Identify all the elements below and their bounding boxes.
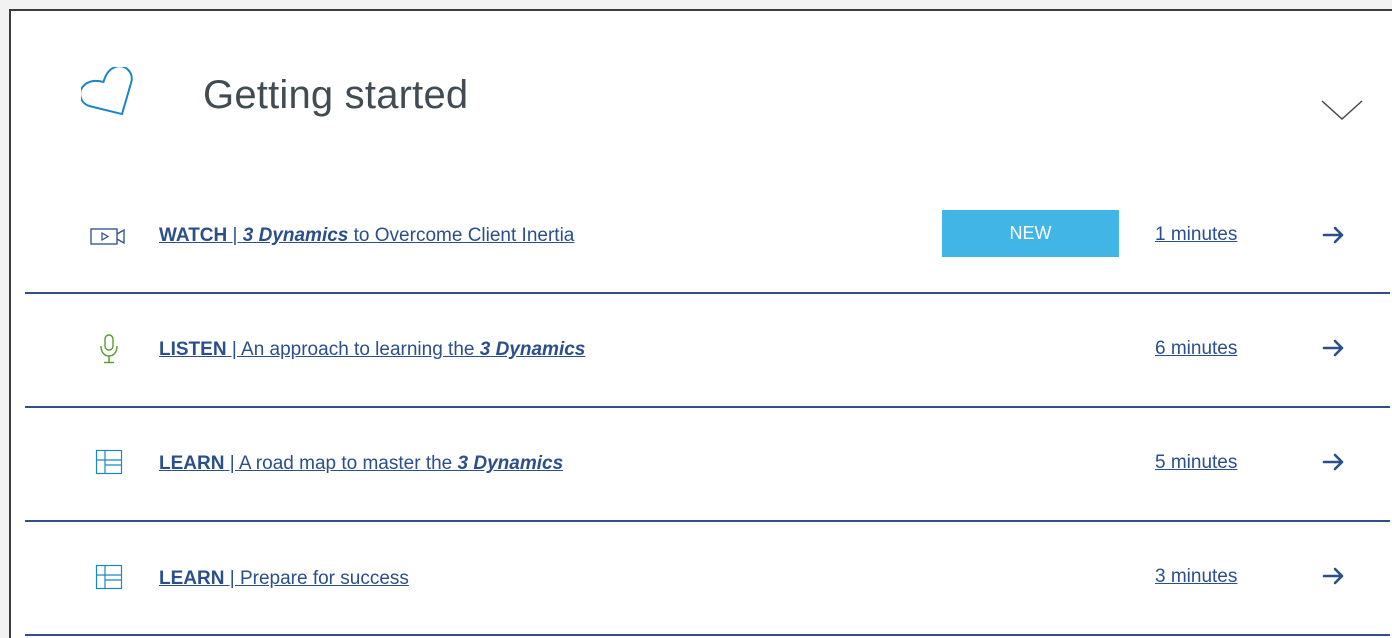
item-link-listen[interactable]: LISTEN | An approach to learning the 3 D… (159, 339, 585, 361)
arrow-right-icon[interactable] (1320, 223, 1350, 247)
duration-link[interactable]: 5 minutes (1155, 452, 1237, 474)
arrow-right-icon[interactable] (1320, 564, 1350, 588)
getting-started-card: Getting started WATCH | 3 Dynamics to Ov… (9, 9, 1392, 638)
microphone-icon (89, 334, 129, 364)
item-link-learn-prepare[interactable]: LEARN | Prepare for success (159, 568, 409, 590)
heart-outline-icon (79, 65, 141, 121)
layout-grid-icon (89, 447, 129, 477)
layout-grid-icon (89, 562, 129, 592)
chevron-down-icon (1321, 100, 1363, 121)
arrow-right-icon[interactable] (1320, 336, 1350, 360)
list-item: LEARN | Prepare for success 3 minutes (25, 522, 1390, 636)
item-link-learn-roadmap[interactable]: LEARN | A road map to master the 3 Dynam… (159, 453, 563, 475)
page-background: Getting started WATCH | 3 Dynamics to Ov… (0, 0, 1392, 638)
section-title: Getting started (203, 73, 469, 117)
new-badge: NEW (942, 210, 1119, 257)
list-item: LISTEN | An approach to learning the 3 D… (25, 294, 1390, 408)
duration-link[interactable]: 6 minutes (1155, 338, 1237, 360)
list-item: LEARN | A road map to master the 3 Dynam… (25, 408, 1390, 522)
list-item: WATCH | 3 Dynamics to Overcome Client In… (25, 180, 1390, 294)
collapse-toggle-button[interactable] (1320, 95, 1364, 125)
arrow-right-icon[interactable] (1320, 450, 1350, 474)
row-divider (25, 634, 1390, 636)
video-camera-icon (89, 221, 129, 251)
duration-link[interactable]: 3 minutes (1155, 566, 1237, 588)
item-link-watch[interactable]: WATCH | 3 Dynamics to Overcome Client In… (159, 225, 574, 247)
duration-link[interactable]: 1 minutes (1155, 224, 1237, 246)
